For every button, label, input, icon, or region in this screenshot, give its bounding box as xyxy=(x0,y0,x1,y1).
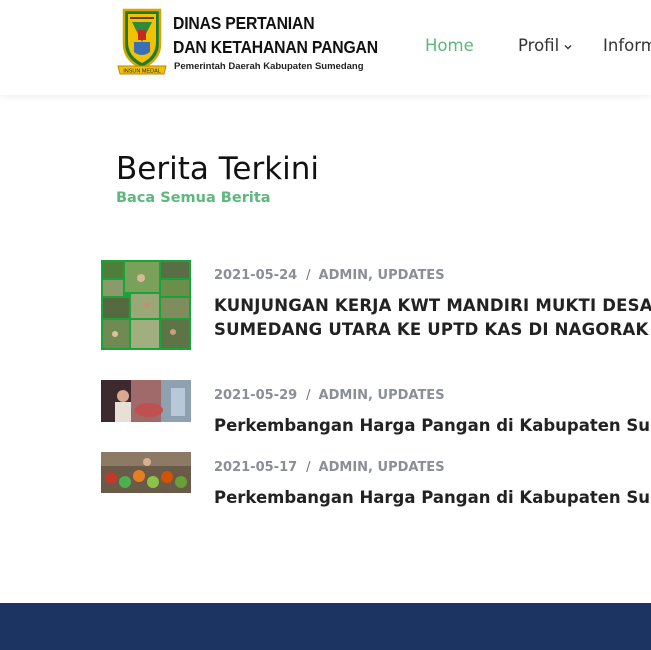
photo-collage-image xyxy=(101,260,191,350)
vegetables-photo-image xyxy=(101,452,191,493)
nav-item-profil[interactable]: Profil xyxy=(518,36,573,55)
site-header: INSUN MEDAL DINAS PERTANIAN DAN KETAHANA… xyxy=(0,0,651,95)
news-title-link[interactable]: Perkembangan Harga Pangan di Kabupaten S… xyxy=(214,486,651,510)
news-title-link[interactable]: Perkembangan Harga Pangan di Kabupaten S… xyxy=(214,414,651,438)
brand-name-line2[interactable]: DAN KETAHANAN PANGAN xyxy=(173,37,378,58)
brand-name-line1[interactable]: DINAS PERTANIAN xyxy=(173,13,315,34)
nav-item-informasi[interactable]: Inform xyxy=(603,36,651,55)
section-title: Berita Terkini xyxy=(116,151,320,187)
news-thumbnail[interactable] xyxy=(101,452,191,493)
chevron-down-icon xyxy=(564,44,572,49)
nav-item-home[interactable]: Home xyxy=(425,36,474,55)
sumedang-emblem-logo[interactable]: INSUN MEDAL xyxy=(116,8,168,78)
news-date: 2021-05-29 xyxy=(214,388,298,403)
news-date: 2021-05-24 xyxy=(214,268,298,283)
news-meta: 2021-05-29 / ADMIN, UPDATES xyxy=(214,388,445,403)
nav-home-label: Home xyxy=(425,36,474,55)
news-thumbnail[interactable] xyxy=(101,380,191,422)
nav-informasi-label: Inform xyxy=(603,36,651,55)
news-meta: 2021-05-17 / ADMIN, UPDATES xyxy=(214,460,445,475)
news-categories[interactable]: ADMIN, UPDATES xyxy=(319,388,445,403)
meta-separator: / xyxy=(306,388,311,403)
news-categories[interactable]: ADMIN, UPDATES xyxy=(319,460,445,475)
news-title-line1: Perkembangan Harga Pangan di Kabupaten S… xyxy=(214,488,651,507)
news-title-line1: Perkembangan Harga Pangan di Kabupaten S… xyxy=(214,416,651,435)
read-all-news-link[interactable]: Baca Semua Berita xyxy=(116,190,271,206)
news-date: 2021-05-17 xyxy=(214,460,298,475)
news-thumbnail[interactable] xyxy=(101,260,191,350)
nav-profil-label: Profil xyxy=(518,36,560,55)
footer-band xyxy=(0,603,651,650)
brand-subtitle: Pemerintah Daerah Kabupaten Sumedang xyxy=(174,61,364,72)
news-meta: 2021-05-24 / ADMIN, UPDATES xyxy=(214,268,445,283)
news-title-line1: KUNJUNGAN KERJA KWT MANDIRI MUKTI DESA M xyxy=(214,296,651,315)
news-title-line2: SUMEDANG UTARA KE UPTD KAS DI NAGORAK SU xyxy=(214,320,651,339)
meta-separator: / xyxy=(306,268,311,283)
news-title-link[interactable]: KUNJUNGAN KERJA KWT MANDIRI MUKTI DESA M… xyxy=(214,294,651,342)
news-categories[interactable]: ADMIN, UPDATES xyxy=(319,268,445,283)
market-photo-image xyxy=(101,380,191,422)
meta-separator: / xyxy=(306,460,311,475)
logo-ribbon-text: INSUN MEDAL xyxy=(123,69,161,75)
